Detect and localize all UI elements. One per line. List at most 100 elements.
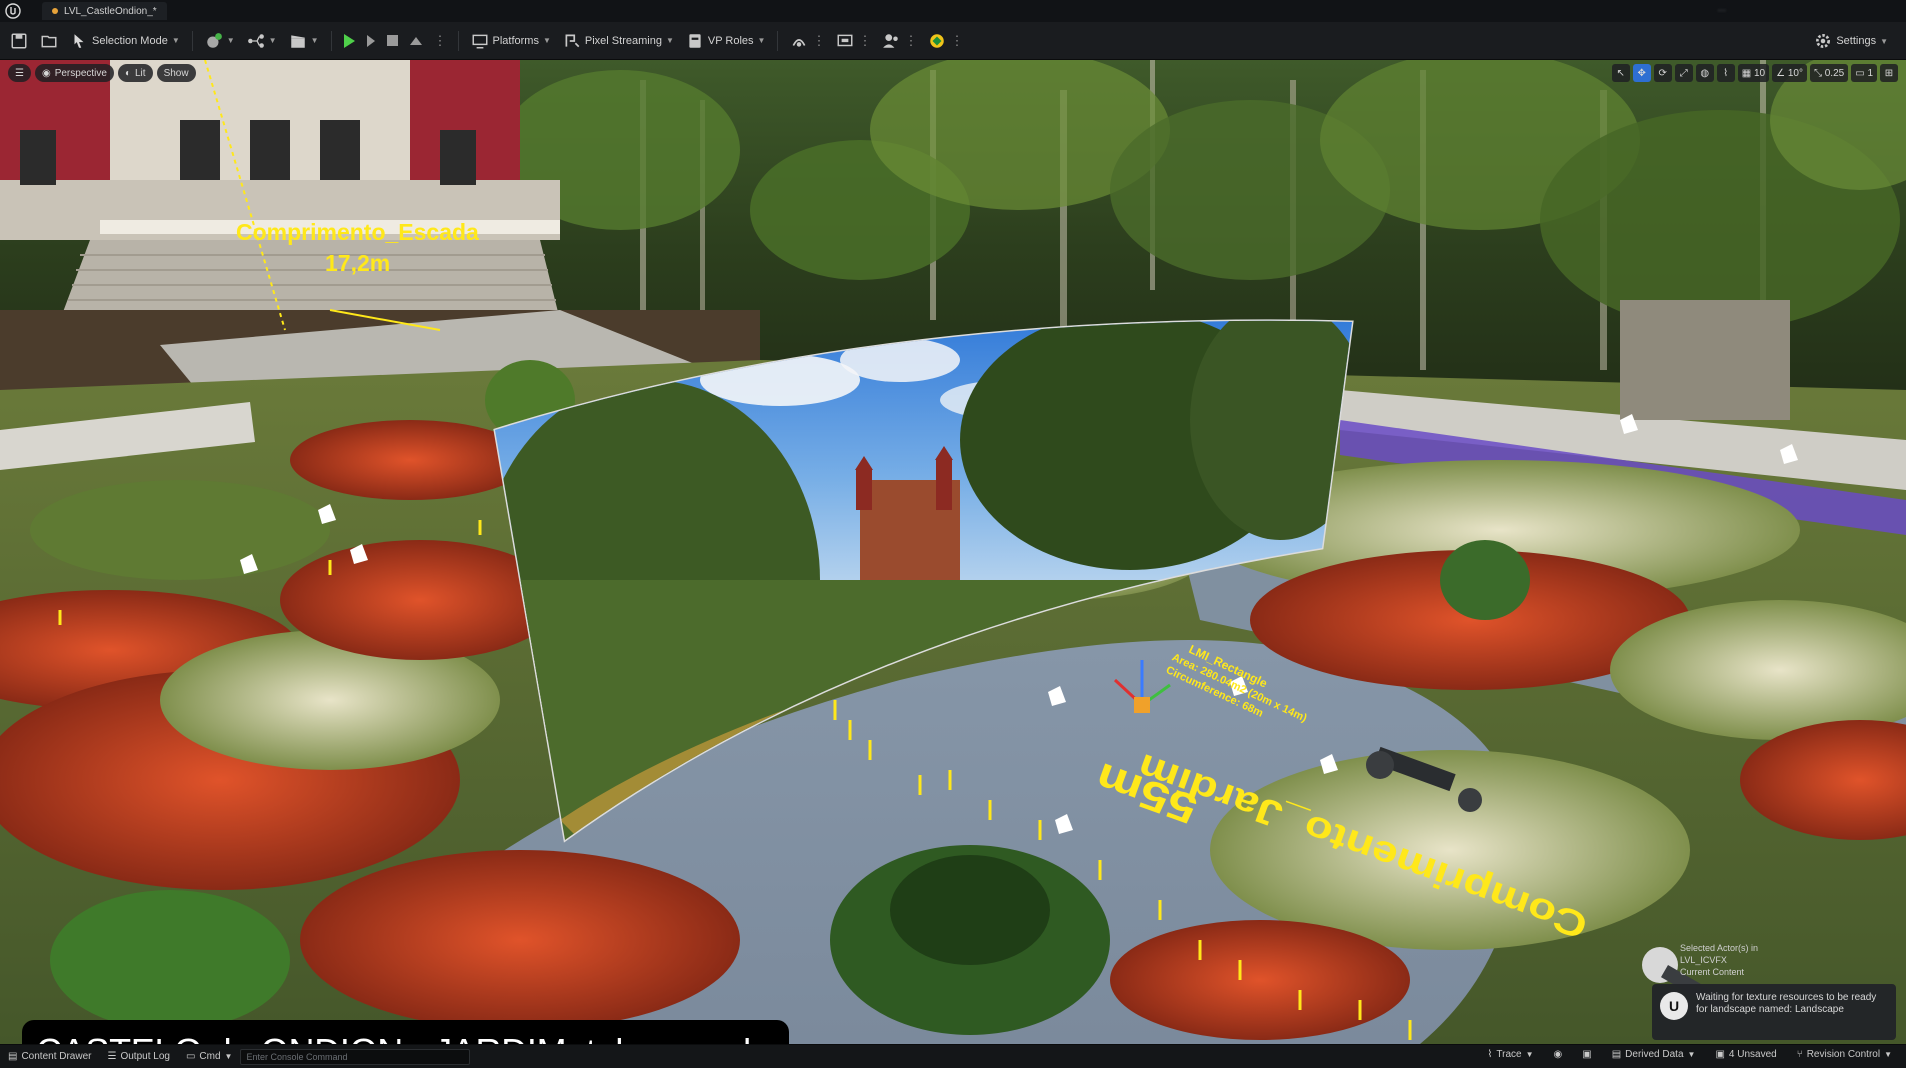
screenshot-button[interactable]: ▣ [1574, 1049, 1599, 1060]
chevron-down-icon: ▼ [224, 1052, 233, 1061]
derived-data-label: Derived Data [1625, 1049, 1684, 1060]
unsaved-icon: ▣ [1715, 1049, 1725, 1060]
settings-label: Settings [1836, 35, 1877, 47]
chevron-down-icon: ▼ [1525, 1050, 1534, 1059]
cursor-icon [74, 33, 84, 48]
stop-button[interactable] [381, 28, 404, 54]
platforms-dropdown[interactable]: Platforms ▼ [465, 28, 557, 54]
step-icon [366, 34, 375, 47]
save-button[interactable] [4, 28, 34, 54]
revision-control-dropdown[interactable]: ⑂ Revision Control ▼ [1789, 1049, 1900, 1060]
cmd-dropdown[interactable]: ▭ Cmd ▼ [178, 1051, 241, 1062]
select-mode-button[interactable]: ↖ [1611, 64, 1630, 82]
surface-snap-button[interactable]: ⌇ [1716, 64, 1735, 82]
more-options-icon: ⋮ [950, 32, 963, 48]
scale-snap-value: 0.25 [1824, 67, 1845, 79]
viewport-menu-button[interactable]: ☰ [8, 64, 31, 82]
play-options-button[interactable]: ⋮ [428, 28, 452, 54]
toolbar-divider [191, 30, 193, 51]
add-actor-icon [207, 32, 222, 48]
add-actor-button[interactable]: ▼ [199, 28, 241, 54]
world-local-toggle[interactable]: ◍ [1695, 64, 1714, 82]
eject-button[interactable] [404, 28, 428, 54]
level-viewport[interactable]: Comprimento_Escada 17,2m Comprimento_Jar… [0, 60, 1906, 1044]
chevron-down-icon: ▼ [542, 36, 551, 45]
chevron-down-icon: ▼ [310, 36, 319, 45]
output-log-label: Output Log [120, 1051, 170, 1062]
level-tab[interactable]: LVL_CastleOndion_* [42, 2, 167, 20]
unreal-logo-icon[interactable] [2, 0, 24, 22]
chevron-down-icon: ▼ [1880, 36, 1888, 46]
angle-icon: ∠ [1776, 67, 1786, 79]
switchboard-button[interactable]: ⋮ [922, 28, 968, 54]
platforms-icon [472, 34, 487, 48]
central-plant [890, 855, 1050, 965]
unsaved-button[interactable]: ▣ 4 Unsaved [1707, 1049, 1784, 1060]
chevron-down-icon: ▼ [757, 36, 766, 45]
record-button[interactable]: ◉ [1546, 1049, 1571, 1060]
content-drawer-label: Content Drawer [21, 1051, 92, 1062]
live-link-icon [793, 38, 806, 47]
chevron-down-icon: ▼ [665, 36, 674, 45]
view-mode-dropdown[interactable]: ◐ Lit [117, 64, 153, 82]
settings-dropdown[interactable]: Settings ▼ [1808, 28, 1894, 54]
chevron-down-icon: ▼ [226, 36, 235, 45]
derived-data-icon: ▤ [1611, 1049, 1622, 1060]
revision-control-icon: ⑂ [1796, 1049, 1803, 1060]
lit-icon: ◐ [124, 67, 131, 79]
selection-mode-dropdown[interactable]: Selection Mode ▼ [64, 28, 186, 54]
multi-user-icon [883, 33, 899, 48]
switchboard-icon [930, 33, 945, 48]
save-icon [11, 33, 27, 48]
eject-icon [409, 36, 422, 45]
advance-frame-button[interactable] [361, 28, 381, 54]
camera-icon: ▭ [1855, 67, 1865, 79]
more-options-icon: ⋮ [904, 32, 917, 48]
scale-mode-button[interactable]: ⤢ [1674, 64, 1693, 82]
notification-toast[interactable]: U Waiting for texture resources to be re… [1652, 984, 1896, 1040]
derived-data-dropdown[interactable]: ▤ Derived Data ▼ [1604, 1049, 1704, 1060]
title-bar: LVL_CastleOndion_* ... [0, 0, 1906, 22]
maximize-viewport-button[interactable]: ⊞ [1880, 64, 1898, 82]
content-browser-button[interactable] [34, 28, 64, 54]
perspective-dropdown[interactable]: ◉ Perspective [34, 64, 114, 82]
show-dropdown[interactable]: Show [156, 64, 196, 82]
cmd-label: Cmd [199, 1051, 221, 1062]
play-button[interactable] [338, 28, 361, 54]
vp-roles-dropdown[interactable]: VP Roles ▼ [680, 28, 772, 54]
stair-length-label: Comprimento_Escada [236, 219, 479, 245]
scale-snap-button[interactable]: ⤡ 0.25 [1809, 64, 1849, 82]
selection-info-line3: Current Content [1680, 967, 1745, 977]
status-bar-right: ⌇ Trace ▼ ◉ ▣ ▤ Derived Data ▼ ▣ 4 Unsav… [1480, 1049, 1901, 1060]
folder-icon [41, 35, 57, 47]
pixel-streaming-dropdown[interactable]: Pixel Streaming ▼ [557, 28, 680, 54]
scene-render[interactable]: Comprimento_Escada 17,2m Comprimento_Jar… [0, 60, 1906, 1044]
status-bar: ▤ Content Drawer ☰ Output Log ▭ Cmd ▼ En… [0, 1044, 1906, 1068]
topiary-bush [1440, 540, 1530, 620]
blueprint-button[interactable]: ▼ [241, 28, 283, 54]
trace-dropdown[interactable]: ⌇ Trace ▼ [1480, 1049, 1542, 1060]
camera-speed-button[interactable]: ▭ 1 [1851, 64, 1877, 82]
grid-snap-button[interactable]: ▦ 10 [1737, 64, 1770, 82]
rotation-snap-button[interactable]: ∠ 10° [1772, 64, 1807, 82]
live-link-button[interactable]: ⋮ [784, 28, 830, 54]
unreal-engine-icon: U [1660, 992, 1688, 1020]
console-command-input[interactable]: Enter Console Command [240, 1048, 471, 1065]
content-drawer-button[interactable]: ▤ Content Drawer [0, 1051, 99, 1062]
play-icon [343, 33, 355, 48]
grid-snap-value: 10 [1753, 67, 1766, 79]
more-options-icon: ⋮ [812, 32, 825, 48]
main-toolbar: Selection Mode ▼ ▼ ▼ ▼ ⋮ Platforms ▼ Pix… [0, 22, 1906, 60]
multi-user-button[interactable]: ⋮ [876, 28, 922, 54]
cinematics-button[interactable]: ▼ [283, 28, 325, 54]
trace-icon: ⌇ [1487, 1049, 1493, 1060]
stage-monitor-button[interactable]: ⋮ [830, 28, 876, 54]
pixel-streaming-icon [565, 34, 580, 47]
rotate-mode-button[interactable]: ⟳ [1653, 64, 1672, 82]
vp-roles-icon [689, 33, 701, 48]
selection-info-line2: LVL_ICVFX [1680, 955, 1727, 965]
translate-mode-button[interactable]: ✥ [1632, 64, 1651, 82]
toast-message: Waiting for texture resources to be read… [1696, 992, 1877, 1015]
more-options-icon: ⋮ [858, 32, 871, 48]
output-log-button[interactable]: ☰ Output Log [99, 1051, 177, 1062]
